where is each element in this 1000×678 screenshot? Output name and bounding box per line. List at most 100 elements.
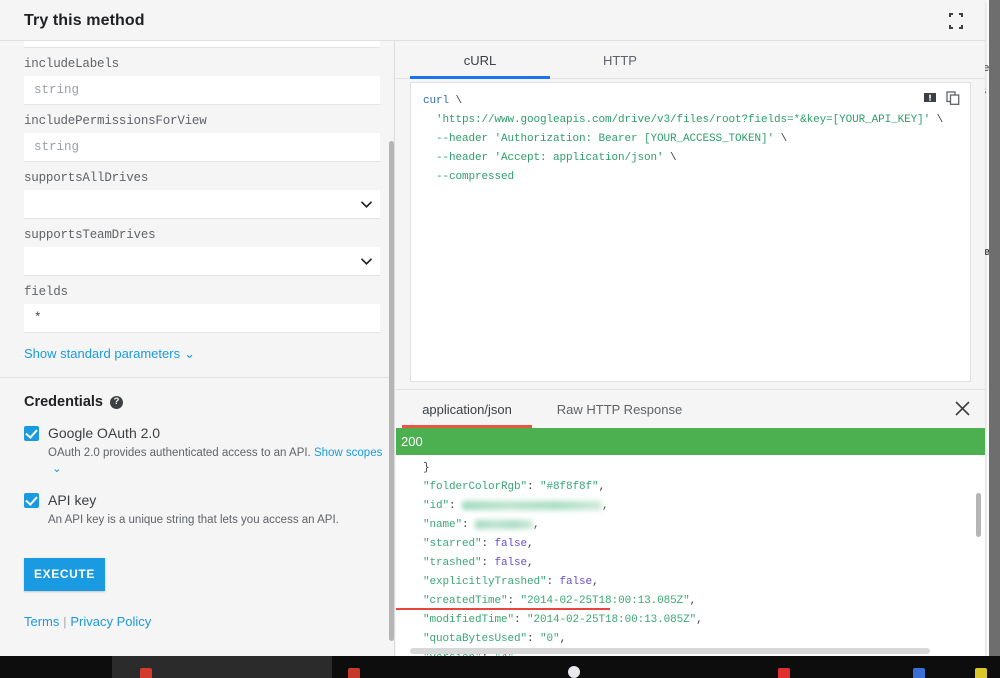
legal-separator: | <box>63 617 66 629</box>
tab-http[interactable]: HTTP <box>550 41 690 79</box>
chevron-down-icon <box>361 199 372 210</box>
credential-description: OAuth 2.0 provides authenticated access … <box>48 446 392 477</box>
code-token: \ <box>930 114 943 126</box>
field-cut-off-select <box>24 41 368 48</box>
json-line: "folderColorRgb": "#8f8f8f", <box>410 478 985 497</box>
code-token: , <box>527 557 534 569</box>
code-token: : <box>462 519 475 531</box>
json-line: "modifiedTime": "2014-02-25T18:00:13.085… <box>410 611 985 630</box>
fields-input[interactable] <box>24 304 380 333</box>
screen: uerstioneg Try this method includeLabels… <box>0 0 1000 678</box>
code-token: "quotaBytesUsed" <box>410 633 527 645</box>
field-fields: fields <box>24 276 368 333</box>
code-token: , <box>690 595 697 607</box>
checkbox-api-key[interactable] <box>24 493 39 508</box>
tab-label: cURL <box>464 53 497 68</box>
include-permissions-for-view-input[interactable] <box>24 133 380 162</box>
code-token: , <box>599 481 606 493</box>
taskbar-icon-browser[interactable] <box>568 666 580 678</box>
privacy-policy-link[interactable]: Privacy Policy <box>70 614 151 629</box>
code-token: , <box>527 538 534 550</box>
json-line: "trashed": false, <box>410 554 985 573</box>
supports-team-drives-select[interactable] <box>24 247 380 276</box>
code-token: : <box>508 595 521 607</box>
chevron-down-icon: ⌄ <box>52 462 62 478</box>
code-token: "2014-02-25T18:00:13.085Z" <box>521 595 690 607</box>
execute-button[interactable]: EXECUTE <box>24 558 105 591</box>
field-label: includeLabels <box>24 48 368 76</box>
credential-label: API key <box>48 492 96 508</box>
field-include-permissions-for-view: includePermissionsForView <box>24 105 368 162</box>
include-labels-input[interactable] <box>24 76 380 105</box>
taskbar-icon-yellow-app[interactable] <box>975 668 987 678</box>
code-token: "folderColorRgb" <box>410 481 527 493</box>
code-token: \ <box>664 152 677 164</box>
json-line: "starred": false, <box>410 535 985 554</box>
copy-icon[interactable] <box>946 91 960 105</box>
cut-off-select-select[interactable] <box>24 41 380 48</box>
request-tabs: cURL HTTP <box>396 41 985 79</box>
code-token: "id" <box>410 500 449 512</box>
code-token: : <box>527 633 540 645</box>
field-label: supportsAllDrives <box>24 162 368 190</box>
code-token: "2014-02-25T18:00:13.085Z" <box>527 614 696 626</box>
request-response-column: cURL HTTP curl \ 'https://www.googleapis.… <box>396 41 985 656</box>
code-token: "0" <box>540 633 560 645</box>
response-panel: application/jsonRaw HTTP Response 200 } … <box>396 389 985 656</box>
chevron-down-icon: ⌄ <box>184 346 195 362</box>
credential-row: Google OAuth 2.0 <box>24 425 392 441</box>
active-tab-underline <box>410 76 550 79</box>
code-token: , <box>696 614 703 626</box>
redacted-value <box>462 501 602 510</box>
tab-label: application/json <box>422 402 512 417</box>
field-label: supportsTeamDrives <box>24 219 368 247</box>
code-token: --compressed <box>423 171 514 183</box>
taskbar-icon-record-red[interactable] <box>140 668 152 678</box>
show-standard-parameters-link[interactable]: Show standard parameters⌄ <box>24 346 195 361</box>
taskbar-icon-blue-app[interactable] <box>913 668 925 678</box>
curl-code-line: --header 'Authorization: Bearer [YOUR_AC… <box>423 130 970 149</box>
collapse-icon[interactable] <box>947 12 965 30</box>
column-divider <box>394 41 395 656</box>
curl-code-line: curl \ <box>423 92 970 111</box>
json-line: "explicitlyTrashed": false, <box>410 573 985 592</box>
taskbar-icon-youtube[interactable] <box>778 668 790 678</box>
page-scrollbar[interactable] <box>989 0 1000 656</box>
show-scopes-link[interactable]: Show scopes⌄ <box>48 447 382 475</box>
annotation-underline <box>396 608 610 610</box>
supports-all-drives-select[interactable] <box>24 190 380 219</box>
code-actions <box>923 91 960 105</box>
code-token: \ <box>774 133 787 145</box>
divider <box>0 377 392 378</box>
field-supports-team-drives: supportsTeamDrives <box>24 219 368 276</box>
credentials-heading: Credentials? <box>24 394 392 410</box>
tab-label: Raw HTTP Response <box>557 402 682 417</box>
code-token: "starred" <box>410 538 482 550</box>
close-icon[interactable] <box>954 400 971 417</box>
legal-links: Terms | Privacy Policy <box>24 614 392 629</box>
tab-curl[interactable]: cURL <box>410 41 550 79</box>
curl-code: curl \ 'https://www.googleapis.com/drive… <box>411 83 970 187</box>
code-token: "createdTime" <box>410 595 508 607</box>
code-token: false <box>495 557 528 569</box>
checkbox-google-oauth[interactable] <box>24 426 39 441</box>
json-line: "id": , <box>410 497 985 516</box>
taskbar-icon-record-red-2[interactable] <box>348 668 360 678</box>
code-token: --header 'Accept: application/json' <box>423 152 664 164</box>
feedback-icon[interactable] <box>923 91 937 105</box>
json-scrollbar[interactable] <box>976 493 981 537</box>
tab-application-json[interactable]: application/json <box>402 390 532 428</box>
try-this-method-panel: Try this method includeLabels includePerm… <box>0 0 985 656</box>
code-token: false <box>560 576 593 588</box>
show-standard-parameters-row: Show standard parameters⌄ <box>24 345 392 363</box>
panel-header: Try this method <box>0 0 985 41</box>
curl-code-line: --header 'Accept: application/json' \ <box>423 149 970 168</box>
code-token: "modifiedTime" <box>410 614 514 626</box>
tab-raw-http-response[interactable]: Raw HTTP Response <box>532 390 707 428</box>
help-icon[interactable]: ? <box>110 396 123 409</box>
json-horizontal-scrollbar[interactable] <box>410 648 930 654</box>
terms-link[interactable]: Terms <box>24 614 59 629</box>
credential-description: An API key is a unique string that lets … <box>48 513 392 529</box>
code-token: } <box>410 462 430 474</box>
response-tabs: application/json Raw HTTP Response <box>396 390 985 428</box>
